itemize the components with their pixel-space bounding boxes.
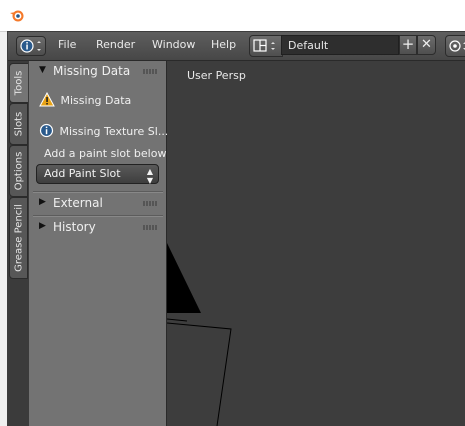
toolshelf-tabs: Tools Slots Options Grease Pencil <box>8 61 29 426</box>
external-panel-header[interactable]: ▶ External <box>29 193 166 214</box>
missing-data-panel-header[interactable]: ▼ Missing Data <box>29 61 166 82</box>
info-icon <box>39 123 54 138</box>
dropdown-label: Add Paint Slot <box>44 167 121 180</box>
screen-layout-name-field[interactable]: Default <box>281 35 399 55</box>
panel-title: External <box>53 196 103 210</box>
panel-title: History <box>53 220 96 234</box>
layout-grid-icon <box>253 39 275 52</box>
updown-arrows-icon: ▲ ▼ <box>146 167 153 185</box>
menu-file[interactable]: File <box>58 38 76 51</box>
close-icon: ✕ <box>421 37 432 52</box>
disclosure-collapsed-icon: ▶ <box>39 221 46 231</box>
paint-slot-hint: Add a paint slot below <box>44 147 167 160</box>
warning-text: Missing Data <box>60 94 132 107</box>
drag-grip-icon[interactable] <box>143 225 157 230</box>
plus-icon: + <box>401 35 415 53</box>
blender-logo-icon <box>10 10 24 22</box>
add-paint-slot-dropdown[interactable]: Add Paint Slot ▲ ▼ <box>36 164 159 185</box>
remove-layout-button[interactable]: ✕ <box>417 35 436 55</box>
editor-type-selector[interactable] <box>16 36 46 56</box>
warning-icon <box>39 91 55 107</box>
drag-grip-icon[interactable] <box>143 69 157 74</box>
scene-icon <box>449 40 465 52</box>
tab-options[interactable]: Options <box>9 145 28 197</box>
menu-window[interactable]: Window <box>152 38 195 51</box>
panel-title: Missing Data <box>53 64 131 78</box>
3d-viewport[interactable]: User Persp <box>167 61 465 426</box>
tool-shelf: ▼ Missing Data Missing Data Missing Text… <box>29 61 168 426</box>
history-panel-header[interactable]: ▶ History <box>29 217 166 238</box>
tab-grease-pencil[interactable]: Grease Pencil <box>9 197 28 279</box>
menu-help[interactable]: Help <box>211 38 236 51</box>
add-layout-button[interactable]: + <box>399 35 417 55</box>
drag-grip-icon[interactable] <box>143 201 157 206</box>
screen-layout-browse-button[interactable] <box>249 35 283 57</box>
info-icon <box>20 39 41 53</box>
disclosure-collapsed-icon: ▶ <box>39 197 46 207</box>
missing-texture-info: Missing Texture Sl... <box>39 123 168 138</box>
missing-data-warning: Missing Data <box>39 91 132 107</box>
tab-tools[interactable]: Tools <box>9 63 28 103</box>
info-text: Missing Texture Sl... <box>59 125 169 138</box>
info-header: File Render Window Help Default + ✕ <box>8 32 465 61</box>
tab-slots[interactable]: Slots <box>9 103 28 145</box>
scene-browse-button[interactable] <box>445 35 465 57</box>
disclosure-expanded-icon: ▼ <box>39 65 46 75</box>
window-titlebar <box>0 0 465 32</box>
menu-render[interactable]: Render <box>96 38 135 51</box>
viewport-scene-geometry <box>167 243 232 426</box>
